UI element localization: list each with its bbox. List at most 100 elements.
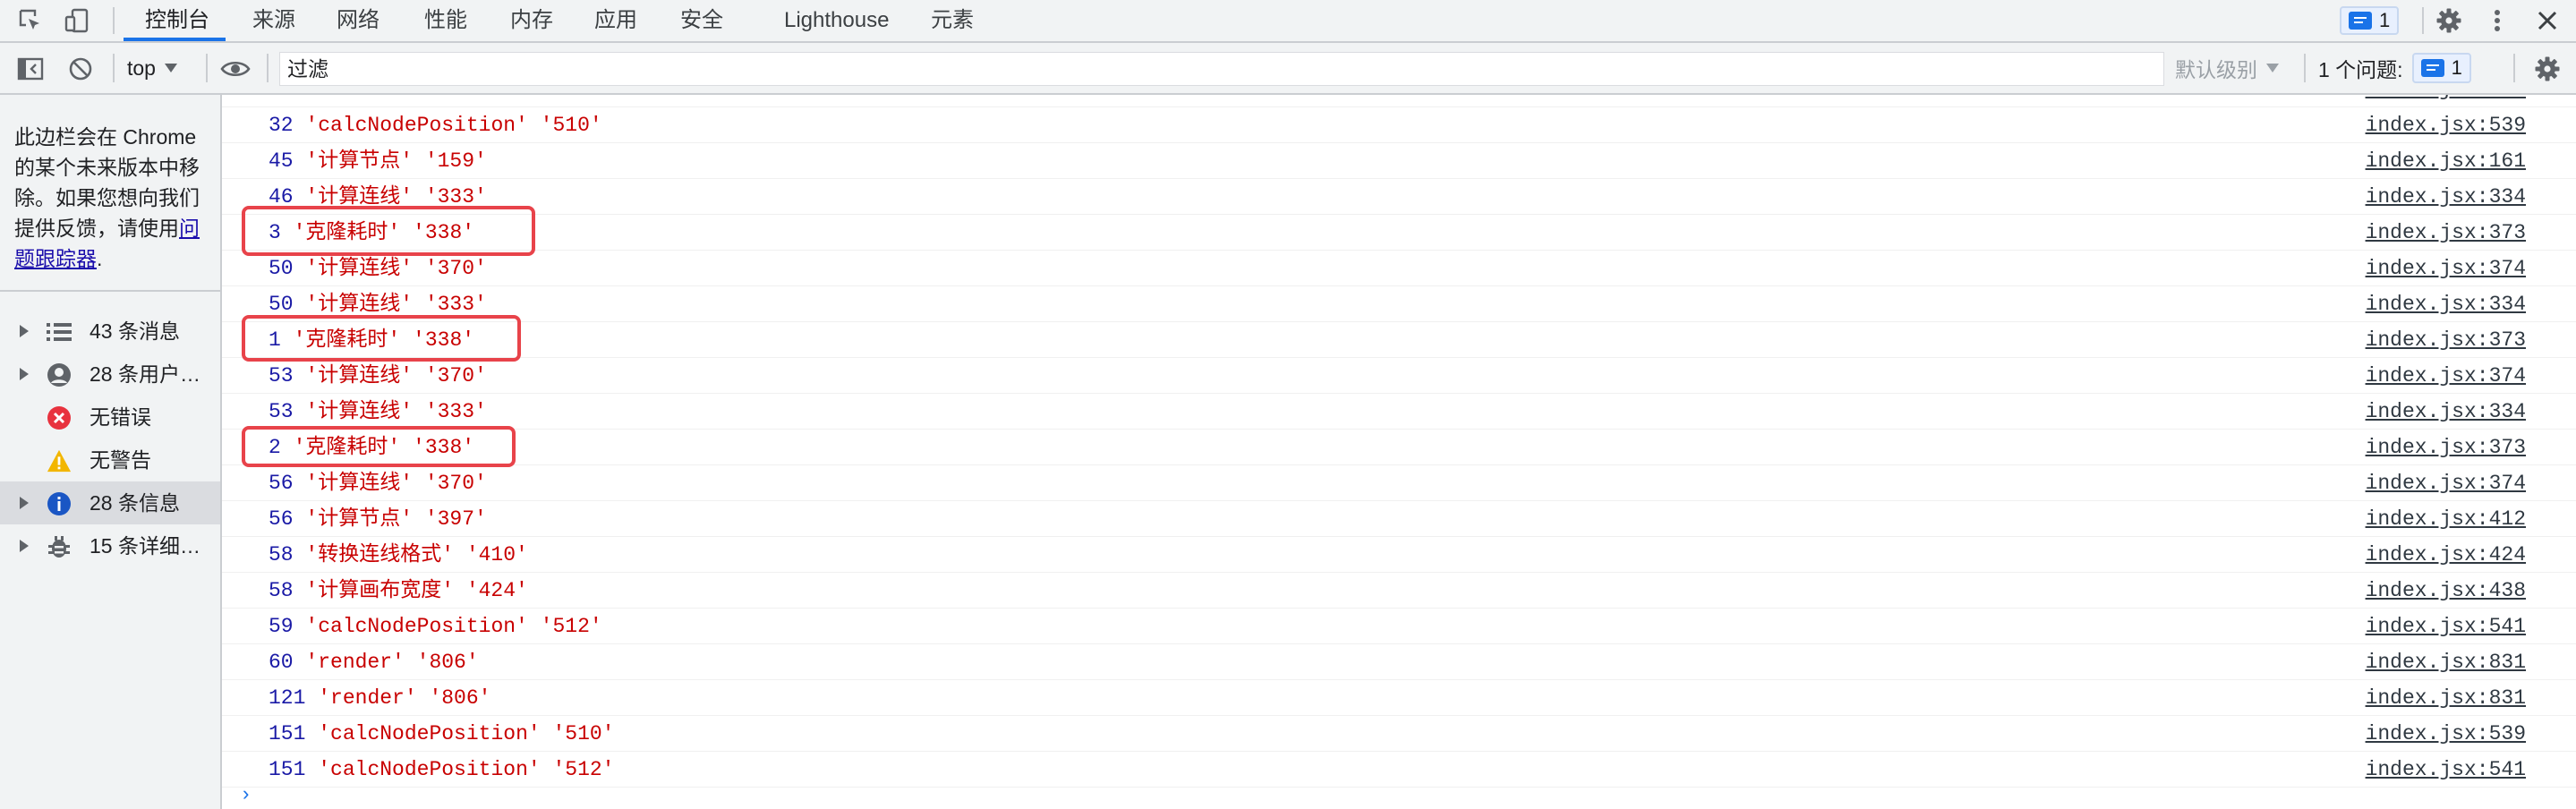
source-link[interactable]: index.jsx:374: [2366, 358, 2526, 394]
source-link[interactable]: index.jsx:831: [2366, 680, 2526, 716]
sidebar-item-errors[interactable]: 无错误: [0, 396, 220, 439]
sidebar-item-info[interactable]: 28 条信息: [0, 481, 220, 524]
log-message: 151 'calcNodePosition' '512': [269, 752, 615, 788]
tab-2[interactable]: 网络: [337, 0, 380, 41]
source-link[interactable]: index.jsx:539: [2366, 716, 2526, 752]
log-message: 56 '计算连线' '370': [269, 465, 487, 501]
source-link[interactable]: index.jsx:334: [2366, 286, 2526, 322]
message-icon: [2349, 12, 2372, 30]
console-log-row: 56 '计算节点' '397' index.jsx:412: [222, 501, 2576, 537]
source-link[interactable]: index.jsx:424: [2366, 537, 2526, 573]
console-log-row: 60 'render' '806' index.jsx:831: [222, 644, 2576, 680]
notice-end: .: [97, 247, 103, 270]
log-count: 151: [269, 758, 306, 781]
context-selector[interactable]: top: [127, 43, 177, 93]
log-count: 45: [269, 149, 294, 173]
message-count-badge[interactable]: 1: [2340, 6, 2400, 35]
sidebar-item-label: 28 条用户…: [90, 362, 200, 386]
console-log-row: 53 '计算连线' '370' index.jsx:374: [222, 358, 2576, 394]
error-icon: [47, 405, 72, 430]
log-count: 56: [269, 472, 294, 495]
source-link[interactable]: index.jsx:334: [2366, 179, 2526, 215]
inspect-icon: [19, 9, 39, 30]
source-link[interactable]: index.jsx:161: [2366, 143, 2526, 179]
devtools-tab-bar: 控制台 来源 网络 性能 内存 应用 安全 Lighthouse 元素 1: [0, 0, 2576, 43]
message-count: 1: [2379, 9, 2391, 31]
sidebar-item-label: 无警告: [90, 448, 151, 472]
source-link[interactable]: index.jsx:373: [2366, 430, 2526, 465]
tab-3[interactable]: 性能: [424, 0, 467, 41]
inspect-element-button[interactable]: [13, 0, 48, 41]
filter-input[interactable]: [279, 52, 2164, 86]
source-link[interactable]: index.jsx:831: [2366, 95, 2526, 107]
settings-button[interactable]: [2431, 0, 2467, 41]
log-count: 10: [269, 95, 294, 101]
log-text: '计算画布宽度' '424': [305, 579, 528, 602]
log-message: 58 '转换连线格式' '410': [269, 537, 528, 573]
highlight-box: [242, 315, 521, 362]
log-message: 59 'calcNodePosition' '512': [269, 609, 602, 644]
toolbar-divider: [267, 54, 269, 82]
context-label: top: [127, 55, 156, 80]
console-prompt[interactable]: ›: [240, 784, 252, 806]
highlight-box: [242, 206, 535, 256]
tab-6[interactable]: 安全: [680, 0, 723, 41]
sidebar-item-label: 15 条详细…: [90, 534, 200, 558]
tab-5[interactable]: 应用: [594, 0, 637, 41]
issues-button[interactable]: 1 个问题: 1: [2318, 50, 2471, 86]
user-icon: [47, 362, 72, 387]
tab-8[interactable]: 元素: [931, 0, 974, 41]
clear-console-button[interactable]: [63, 48, 98, 89]
toolbar-divider: [113, 7, 115, 34]
source-link[interactable]: index.jsx:373: [2366, 215, 2526, 251]
sidebar-item-messages[interactable]: 43 条消息: [0, 310, 220, 353]
console-log-row: 58 '计算画布宽度' '424' index.jsx:438: [222, 573, 2576, 609]
source-link[interactable]: index.jsx:541: [2366, 609, 2526, 644]
source-link[interactable]: index.jsx:539: [2366, 107, 2526, 143]
source-link[interactable]: index.jsx:541: [2366, 752, 2526, 788]
tab-7[interactable]: Lighthouse: [784, 0, 889, 41]
log-text: 'calcNodePosition' '510': [318, 722, 615, 745]
sidebar-item-label: 无错误: [90, 405, 151, 429]
log-text: 'calcNodePosition' '512': [305, 615, 602, 638]
toggle-sidebar-button[interactable]: [13, 48, 48, 89]
console-settings-button[interactable]: [2529, 48, 2565, 89]
live-expression-button[interactable]: [217, 48, 254, 89]
log-level-dropdown[interactable]: 默认级别: [2175, 43, 2279, 93]
log-count: 50: [269, 293, 294, 316]
log-text: '转换连线格式' '410': [305, 543, 528, 566]
console-log-row: 46 '计算连线' '333' index.jsx:334: [222, 179, 2576, 215]
source-link[interactable]: index.jsx:373: [2366, 322, 2526, 358]
sidebar-item-user-messages[interactable]: 28 条用户…: [0, 353, 220, 396]
source-link[interactable]: index.jsx:438: [2366, 573, 2526, 609]
source-link[interactable]: index.jsx:831: [2366, 644, 2526, 680]
log-count: 121: [269, 686, 306, 710]
tab-4[interactable]: 内存: [510, 0, 553, 41]
log-count: 32: [269, 114, 294, 137]
source-link[interactable]: index.jsx:374: [2366, 465, 2526, 501]
console-log-row: 56 '计算连线' '370' index.jsx:374: [222, 465, 2576, 501]
source-link[interactable]: index.jsx:412: [2366, 501, 2526, 537]
issues-count: 1: [2451, 56, 2462, 79]
tab-0[interactable]: 控制台: [145, 0, 209, 41]
close-devtools-button[interactable]: [2529, 0, 2565, 41]
console-log-row: 1 '克隆耗时' '338' index.jsx:373: [222, 322, 2576, 358]
clear-icon: [69, 57, 92, 81]
sidebar-item-verbose[interactable]: 15 条详细…: [0, 524, 220, 567]
console-log-row: 59 'calcNodePosition' '512' index.jsx:541: [222, 609, 2576, 644]
source-link[interactable]: index.jsx:334: [2366, 394, 2526, 430]
console-log-row: 10 'render' '806' index.jsx:831: [222, 95, 2576, 107]
log-count: 60: [269, 651, 294, 674]
toolbar-divider: [2304, 54, 2306, 82]
sidebar-item-warnings[interactable]: 无警告: [0, 439, 220, 481]
console-sidebar: 此边栏会在 Chrome 的某个未来版本中移除。如果您想向我们提供反馈，请使用问…: [0, 95, 222, 809]
console-messages: 10 'render' '806'index.jsx:83132 'calcNo…: [222, 95, 2576, 809]
source-link[interactable]: index.jsx:374: [2366, 251, 2526, 286]
more-options-button[interactable]: [2479, 0, 2515, 41]
console-log-row: 151 'calcNodePosition' '512' index.jsx:54…: [222, 752, 2576, 788]
tab-1[interactable]: 来源: [252, 0, 295, 41]
bug-icon: [47, 534, 72, 559]
expand-arrow-icon: [20, 325, 29, 337]
device-toolbar-button[interactable]: [59, 0, 95, 41]
log-message: 32 'calcNodePosition' '510': [269, 107, 602, 143]
